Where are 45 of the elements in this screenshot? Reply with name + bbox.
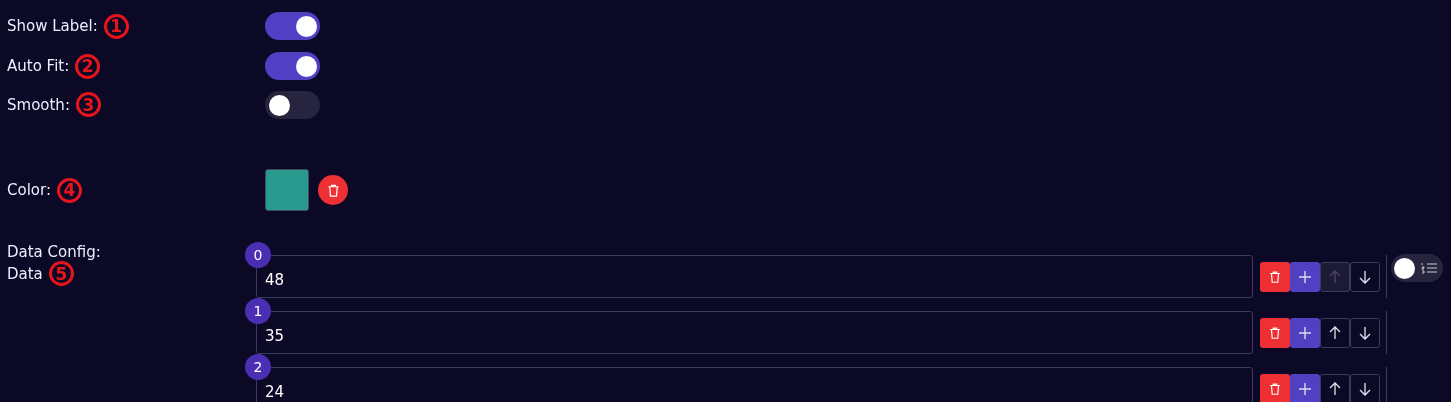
toggle-switch[interactable] (265, 52, 320, 80)
setting-label: Show Label: (7, 17, 98, 35)
color-swatch[interactable] (265, 169, 309, 211)
arrow-up-icon (1329, 381, 1341, 396)
annotation-marker: 5 (48, 261, 74, 286)
setting-label: Auto Fit: (7, 57, 70, 75)
toggle-switch[interactable] (265, 90, 320, 119)
trash-icon (325, 182, 341, 198)
index-badge: 2 (245, 354, 271, 380)
move-down-button[interactable] (1350, 373, 1380, 402)
toggle-switch[interactable] (265, 12, 320, 40)
annotation-marker: 3 (75, 92, 101, 117)
delete-button[interactable] (318, 175, 348, 205)
arrow-down-icon (1359, 269, 1371, 284)
trash-icon (1268, 269, 1282, 284)
move-down-button[interactable] (1350, 261, 1380, 292)
index-badge: 0 (245, 242, 271, 268)
plus-icon (1298, 381, 1312, 396)
arrow-up-icon (1329, 269, 1341, 284)
trash-icon (1268, 325, 1282, 340)
move-up-button[interactable] (1320, 373, 1350, 402)
list-toggle[interactable] (1391, 254, 1443, 282)
setting-label: Smooth: (7, 95, 70, 114)
delete-button[interactable] (1260, 261, 1290, 292)
setting-label: Data (7, 264, 43, 283)
arrow-up-icon (1329, 325, 1341, 340)
plus-icon (1298, 269, 1312, 284)
numbered-list-icon (1421, 262, 1437, 274)
add-button[interactable] (1290, 373, 1320, 402)
add-button[interactable] (1290, 317, 1320, 348)
delete-button[interactable] (1260, 373, 1290, 402)
arrow-down-icon (1359, 325, 1371, 340)
setting-label: Color: (7, 181, 51, 199)
annotation-marker: 4 (56, 177, 82, 203)
move-down-button[interactable] (1350, 317, 1380, 348)
index-badge: 1 (245, 298, 271, 324)
annotation-marker: 2 (75, 53, 101, 79)
section-label: Data Config: (7, 243, 101, 261)
arrow-down-icon (1359, 381, 1371, 396)
add-button[interactable] (1290, 261, 1320, 292)
move-up-button[interactable] (1320, 317, 1350, 348)
plus-icon (1298, 325, 1312, 340)
annotation-marker: 1 (103, 13, 129, 39)
trash-icon (1268, 381, 1282, 396)
delete-button[interactable] (1260, 317, 1290, 348)
